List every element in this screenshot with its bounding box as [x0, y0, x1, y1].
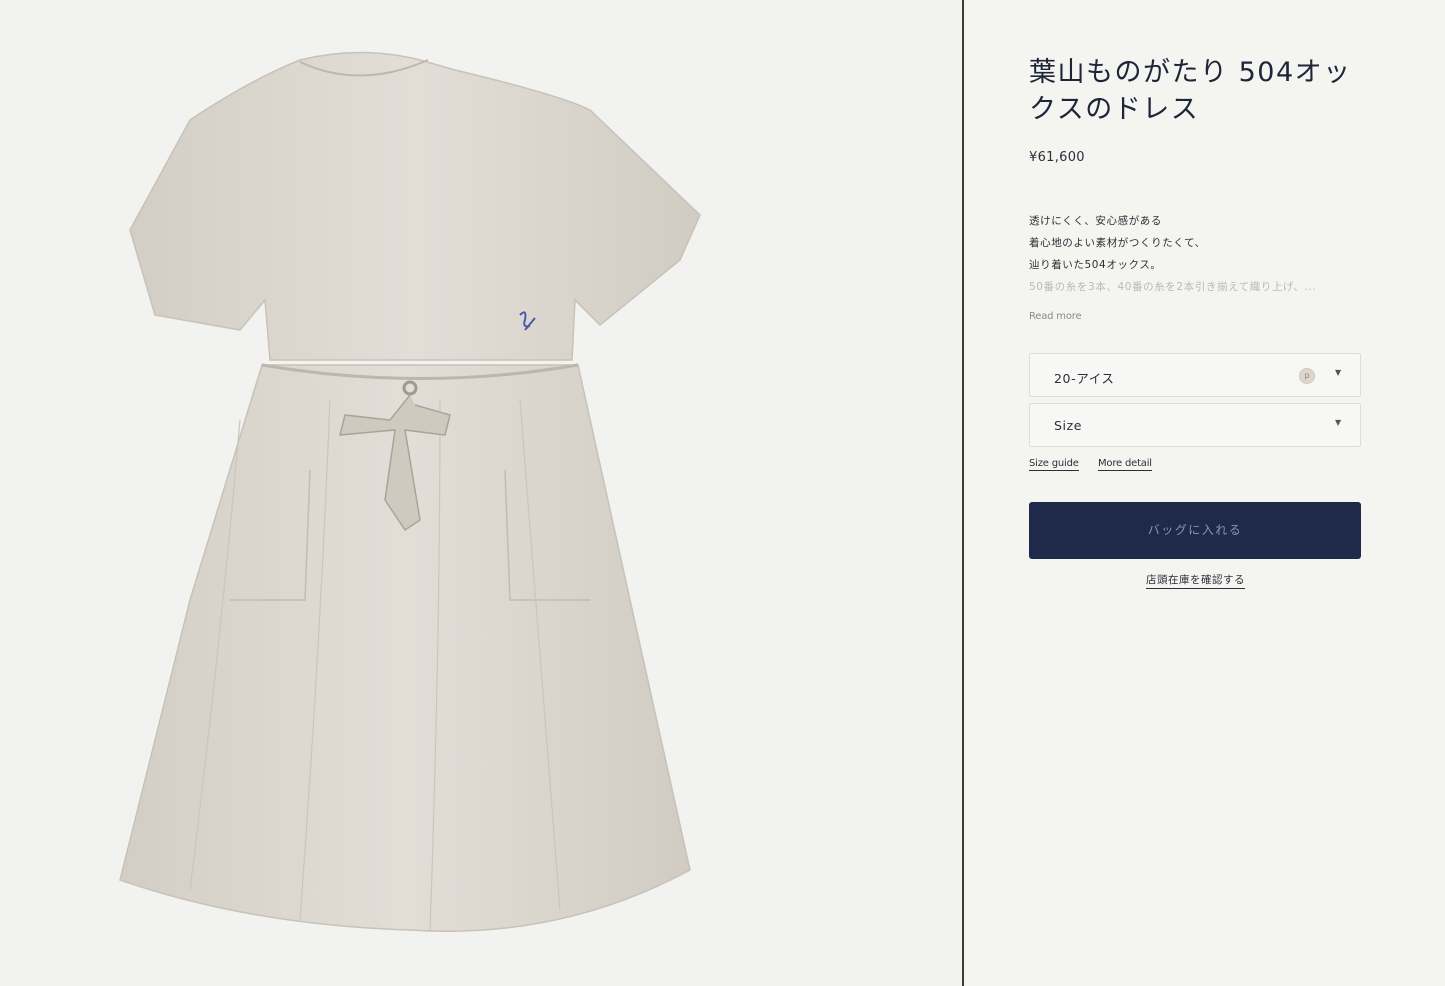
description-line: 透けにくく、安心感がある	[1029, 215, 1162, 227]
size-select[interactable]: Size ▼	[1029, 403, 1361, 447]
read-more-link[interactable]: Read more	[1029, 311, 1082, 322]
size-select-value: Size	[1054, 418, 1083, 433]
description-line: 着心地のよい素材がつくりたくて、	[1029, 237, 1206, 249]
product-image	[0, 0, 962, 986]
chevron-down-icon: ▼	[1335, 418, 1342, 427]
product-info-panel: 葉山ものがたり 504オックスのドレス ¥61,600 透けにくく、安心感がある…	[964, 0, 1445, 986]
dress-bodice	[129, 51, 701, 361]
product-description: 透けにくく、安心感がある 着心地のよい素材がつくりたくて、 辿り着いた504オッ…	[1029, 210, 1329, 298]
color-select-value: 20-アイス	[1054, 371, 1115, 386]
description-line: 辿り着いた504オックス。	[1029, 259, 1162, 271]
product-title: 葉山ものがたり 504オックスのドレス	[1029, 57, 1352, 125]
dress-illustration	[119, 51, 701, 932]
color-swatch-icon: p	[1299, 368, 1315, 384]
chevron-down-icon: ▼	[1335, 368, 1342, 377]
add-to-bag-button[interactable]: バッグに入れる	[1029, 502, 1361, 559]
description-line-faded: 50番の糸を3本、40番の糸を2本引き揃えて織り上げ、...	[1029, 281, 1317, 293]
size-guide-link[interactable]: Size guide	[1029, 458, 1079, 471]
color-select[interactable]: 20-アイス p ▼	[1029, 353, 1361, 397]
check-store-stock-link[interactable]: 店頭在庫を確認する	[1146, 572, 1245, 589]
product-price: ¥61,600	[1029, 150, 1085, 165]
more-detail-link[interactable]: More detail	[1098, 458, 1152, 471]
